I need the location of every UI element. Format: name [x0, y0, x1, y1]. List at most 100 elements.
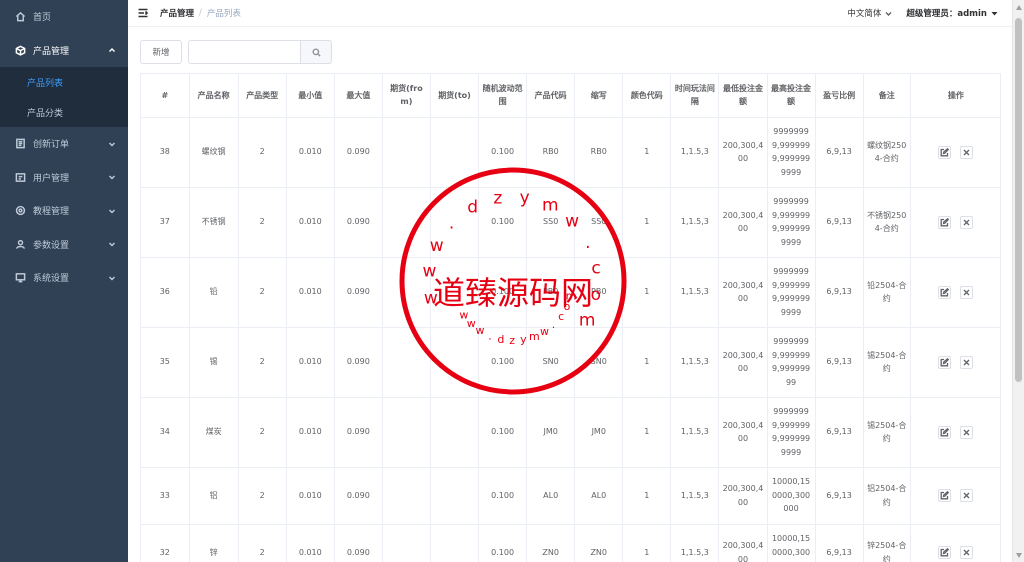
sidebar-item-system-settings[interactable]: 系统设置: [0, 261, 128, 295]
close-icon: [963, 289, 970, 295]
edit-icon: [940, 548, 950, 557]
sidebar-item-tutorials[interactable]: 教程管理: [0, 194, 128, 228]
table-cell: [430, 117, 480, 188]
table-row: 36 铅 2 0.010 0.090 0.100 PB0 PB0 1 1,1.5,3 200,300…: [141, 257, 1000, 328]
table-cell: [430, 327, 480, 398]
sidebar-subitem-product-list[interactable]: 产品列表: [0, 67, 128, 97]
table-cell: 0.010: [286, 327, 335, 398]
scroll-up-arrow-icon[interactable]: [1015, 3, 1023, 11]
chevron-down-icon: [108, 207, 116, 215]
vertical-scrollbar[interactable]: [1012, 0, 1024, 562]
table-cell: 1: [622, 327, 672, 398]
table-cell: 锡2504-合约: [863, 327, 911, 398]
edit-button[interactable]: [938, 425, 952, 439]
table-cell: [382, 524, 431, 562]
table-cell: JM0: [574, 397, 624, 468]
delete-button[interactable]: [960, 489, 974, 502]
sidebar-submenu: 产品列表 产品分类: [0, 67, 128, 127]
edit-icon: [940, 217, 950, 226]
table-cell: 32: [141, 524, 190, 562]
table-cell: 0.100: [478, 187, 528, 258]
edit-button[interactable]: [938, 355, 952, 369]
chevron-down-icon: [108, 173, 116, 181]
edit-button[interactable]: [938, 215, 952, 229]
menu-toggle-icon[interactable]: [138, 8, 149, 18]
table-cell: [382, 327, 431, 398]
top-navbar: 产品管理 / 产品列表 中文简体 超级管理员：admin: [128, 0, 1012, 27]
table-cell: PB0: [574, 257, 624, 328]
table-cell: 0.010: [286, 467, 335, 525]
table-cell: 0.090: [334, 524, 383, 562]
add-button[interactable]: 新增: [140, 40, 182, 64]
user-name: 超级管理员：admin: [906, 9, 987, 19]
table-cell: 0.100: [478, 524, 528, 562]
breadcrumb-item-product-management[interactable]: 产品管理: [160, 7, 194, 19]
table-cell: [430, 257, 480, 328]
column-header: 随机波动范围: [478, 74, 528, 118]
table-cell: 0.100: [478, 467, 528, 525]
table-cell: 2: [238, 524, 287, 562]
table-cell: 200,300,400: [718, 397, 768, 468]
sidebar-item-home[interactable]: 首页: [0, 0, 128, 34]
table-cell: AL0: [526, 467, 576, 525]
delete-button[interactable]: [960, 215, 974, 229]
sidebar-item-label: 首页: [33, 13, 52, 24]
table-cell: 99999999,9999999,9999999999: [767, 117, 816, 188]
delete-button[interactable]: [960, 355, 974, 369]
sidebar-item-product-management[interactable]: 产品管理: [0, 34, 128, 68]
column-header: 颜色代码: [622, 74, 672, 118]
close-icon: [963, 549, 970, 556]
table-cell: SS0: [574, 187, 624, 258]
box-icon: [14, 44, 26, 56]
table-cell: 33: [141, 467, 190, 525]
column-header: 产品名称: [189, 74, 239, 118]
table-cell: 0.090: [334, 117, 383, 188]
close-icon: [963, 492, 970, 499]
table-cell: 1: [622, 117, 672, 188]
top-right-actions: 中文简体 超级管理员：admin: [847, 7, 1012, 19]
table-cell: 2: [238, 117, 287, 188]
table-cell: PB0: [526, 257, 576, 328]
actions-cell: [910, 467, 1000, 525]
edit-button[interactable]: [938, 145, 952, 159]
close-icon: [963, 429, 970, 435]
scrollbar-thumb[interactable]: [1015, 18, 1022, 382]
table-cell: 锡2504-合约: [863, 397, 911, 468]
table-cell: [382, 397, 431, 468]
sidebar-item-orders[interactable]: 创新订单: [0, 127, 128, 161]
table-cell: 200,300,400: [718, 327, 768, 398]
table-cell: SS0: [526, 187, 576, 258]
toolbar: 新增: [140, 40, 332, 64]
delete-button[interactable]: [960, 285, 974, 299]
table-cell: 10000,150000,300000: [767, 524, 816, 562]
table-row: 32 锌 2 0.010 0.090 0.100 ZN0 ZN0 1 1,1.5,3 200,300…: [141, 524, 1000, 562]
edit-button[interactable]: [938, 285, 952, 299]
language-select[interactable]: 中文简体: [847, 7, 892, 19]
column-header: 缩写: [574, 74, 624, 118]
actions-cell: [910, 524, 1000, 562]
edit-button[interactable]: [938, 489, 952, 502]
search-button[interactable]: [300, 40, 332, 64]
table-cell: [430, 467, 480, 525]
table-cell: [430, 397, 480, 468]
sidebar-subitem-product-category[interactable]: 产品分类: [0, 97, 128, 127]
table-cell: 0.090: [334, 187, 383, 258]
table-row: 38 螺纹钢 2 0.010 0.090 0.100 RB0 RB0 1 1,1.5,3 200,3…: [141, 117, 1000, 188]
search-input[interactable]: [188, 40, 300, 64]
table-cell: 0.010: [286, 117, 335, 188]
edit-button[interactable]: [938, 546, 952, 559]
delete-button[interactable]: [960, 546, 974, 559]
user-dropdown[interactable]: 超级管理员：admin: [906, 7, 998, 19]
sidebar-item-users[interactable]: 用户管理: [0, 161, 128, 195]
list-icon: [14, 138, 26, 150]
sidebar-item-parameters[interactable]: 参数设置: [0, 228, 128, 262]
scroll-down-arrow-icon[interactable]: [1015, 551, 1023, 559]
table-cell: 99999999,9999999,9999999999: [767, 397, 816, 468]
delete-button[interactable]: [960, 145, 974, 159]
table-row: 37 不锈钢 2 0.010 0.090 0.100 SS0 SS0 1 1,1.5,3 200,3…: [141, 187, 1000, 258]
column-header: 最大值: [334, 74, 383, 118]
close-icon: [963, 359, 970, 365]
table-cell: 37: [141, 187, 190, 258]
chevron-down-icon: [108, 240, 116, 248]
delete-button[interactable]: [960, 425, 974, 439]
